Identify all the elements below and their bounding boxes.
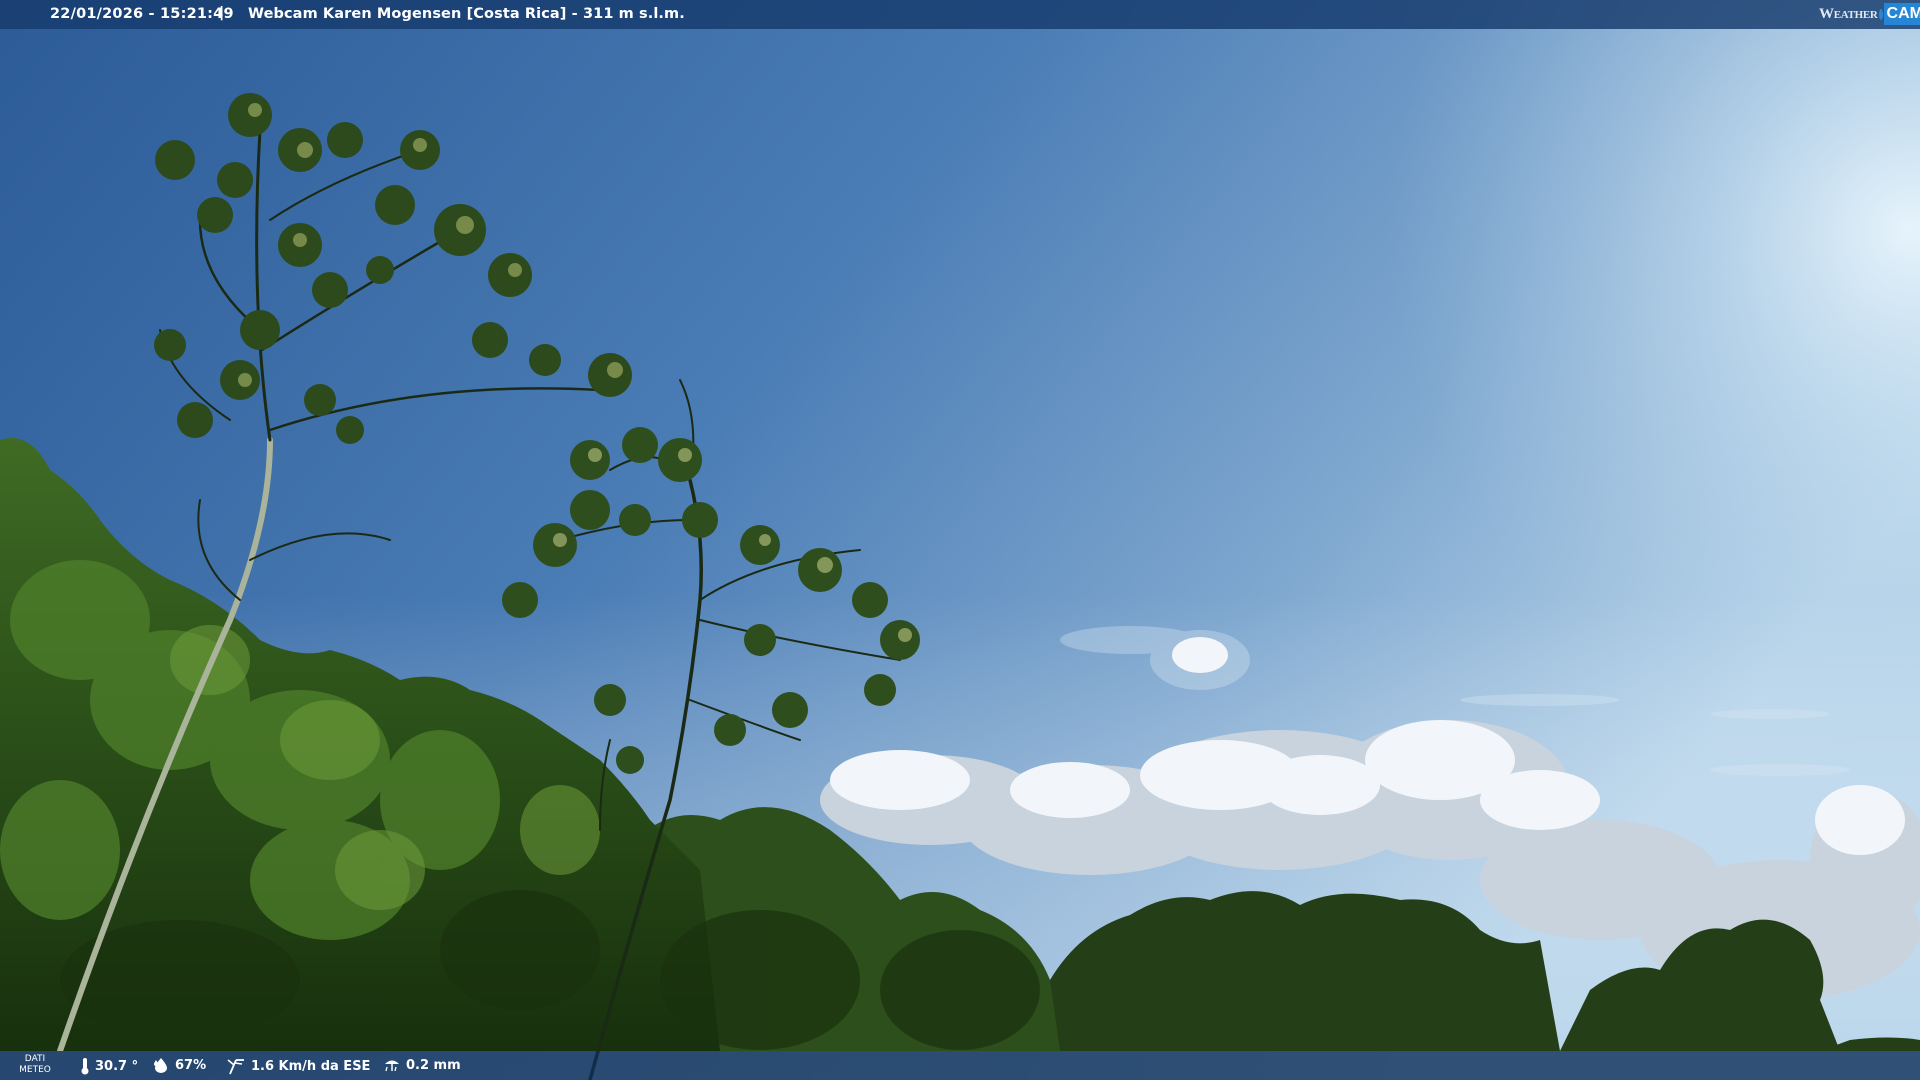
title-separator: | — [219, 5, 225, 21]
camera-title: Webcam Karen Mogensen [Costa Rica] - 311… — [248, 6, 685, 22]
rain-icon — [385, 1060, 399, 1072]
temperature-reading: 30.7 ° — [80, 1057, 138, 1075]
meteo-label-line1: DATI — [24, 1054, 46, 1064]
webcam-frame: 22/01/2026 - 15:21:49 | Webcam Karen Mog… — [0, 0, 1920, 1080]
webcam-image — [0, 0, 1920, 1080]
wind-value: 1.6 Km/h da ESE — [251, 1058, 371, 1074]
weathercam-logo: Weather CAM — [1819, 1, 1920, 27]
wind-icon — [227, 1059, 244, 1075]
logo-dot-icon — [1878, 8, 1883, 20]
logo-word-weather: Weather — [1819, 5, 1878, 22]
humidity-drop-icon — [154, 1058, 167, 1073]
temperature-value: 30.7 ° — [95, 1058, 139, 1074]
thermometer-icon — [81, 1058, 89, 1075]
humidity-value: 67% — [175, 1057, 207, 1073]
humidity-reading: 67% — [152, 1057, 206, 1073]
meteo-label-line2: METEO — [19, 1065, 51, 1075]
meteo-data-label: DATI METEO — [18, 1054, 52, 1076]
rain-reading: 0.2 mm — [383, 1057, 461, 1073]
top-info-bar: 22/01/2026 - 15:21:49 | Webcam Karen Mog… — [0, 0, 1920, 29]
timestamp: 22/01/2026 - 15:21:49 — [50, 6, 234, 22]
logo-word-cam: CAM — [1883, 3, 1920, 25]
rain-value: 0.2 mm — [406, 1057, 461, 1073]
wind-reading: 1.6 Km/h da ESE — [226, 1057, 370, 1075]
weather-data-bar: DATI METEO 30.7 ° 67% 1.6 Km/h da ESE 0.… — [0, 1051, 1920, 1080]
